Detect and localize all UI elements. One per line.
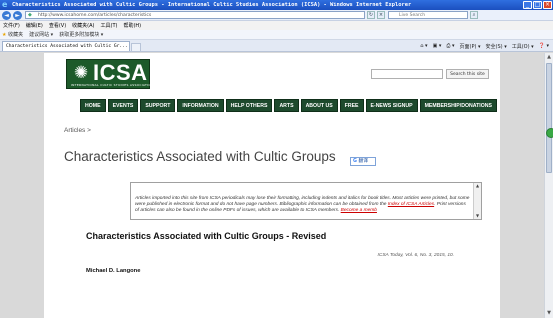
address-toolbar: ◄ ► ◆ http://www.icsahome.com/articles/c…: [0, 10, 553, 21]
page-icon: ◆: [28, 12, 32, 18]
menu-view[interactable]: 查看(V): [49, 22, 66, 29]
menu-file[interactable]: 文件(F): [3, 22, 20, 29]
article-author: Michael D. Langone: [86, 268, 141, 274]
tools-menu[interactable]: 工具(O) ▾: [512, 43, 534, 50]
nav-information[interactable]: INFORMATION: [177, 99, 224, 112]
safety-menu[interactable]: 安全(S) ▾: [486, 43, 507, 50]
main-nav: HOME EVENTS SUPPORT INFORMATION HELP OTH…: [80, 99, 499, 112]
notice-scrollbar[interactable]: ▲ ▼: [473, 183, 481, 219]
window-title-bar: e Characteristics Associated with Cultic…: [0, 0, 553, 10]
window-title: Characteristics Associated with Cultic G…: [12, 2, 412, 8]
index-of-articles-link[interactable]: Index of ICSA Articles: [388, 202, 434, 207]
favorites-label: 收藏夹: [8, 32, 24, 38]
back-button[interactable]: ◄: [2, 10, 11, 20]
nav-enews-signup[interactable]: E-NEWS SIGNUP: [365, 99, 418, 112]
scrollbar-thumb[interactable]: [546, 63, 552, 173]
nav-support[interactable]: SUPPORT: [140, 99, 176, 112]
search-site-button[interactable]: Search this site: [446, 69, 489, 79]
menu-edit[interactable]: 编辑(E): [26, 22, 43, 29]
menu-bar: 文件(F) 编辑(E) 查看(V) 收藏夹(A) 工具(T) 帮助(H): [0, 21, 553, 30]
get-addons-link[interactable]: 获取更多附加模块 ▾: [59, 31, 103, 38]
icsa-emblem-icon: ✺: [73, 63, 89, 83]
forward-button[interactable]: ►: [13, 10, 22, 20]
site-search-input[interactable]: [371, 69, 443, 79]
refresh-icon[interactable]: ↻: [367, 11, 375, 19]
scroll-down-icon[interactable]: ▼: [546, 310, 552, 317]
search-icon[interactable]: ⌕: [470, 11, 478, 19]
page-menu[interactable]: 页面(P) ▾: [460, 43, 481, 50]
scroll-up-icon[interactable]: ▲: [546, 54, 552, 61]
close-button[interactable]: ×: [543, 1, 552, 9]
side-badge-icon[interactable]: [546, 128, 553, 138]
breadcrumb[interactable]: Articles >: [64, 127, 91, 134]
stop-icon[interactable]: ×: [377, 11, 385, 19]
favorites-button[interactable]: ★ 收藏夹: [2, 31, 23, 38]
logo-subtitle: INTERNATIONAL CULTIC STUDIES ASSOCIATION: [71, 83, 154, 87]
google-translate-icon: G: [353, 159, 357, 164]
favorites-bar: ★ 收藏夹 建议网站 ▾ 获取更多附加模块 ▾: [0, 30, 553, 40]
print-icon[interactable]: ⎙ ▾: [446, 43, 454, 49]
page-title: Characteristics Associated with Cultic G…: [64, 149, 336, 164]
icsa-logo[interactable]: ✺ ICSA INTERNATIONAL CULTIC STUDIES ASSO…: [66, 59, 154, 89]
tab-active[interactable]: Characteristics Associated with Cultic G…: [2, 41, 130, 51]
scroll-down-icon[interactable]: ▼: [474, 213, 481, 219]
home-icon[interactable]: ⌂ ▾: [420, 43, 427, 49]
nav-help-others[interactable]: HELP OTHERS: [225, 99, 273, 112]
feeds-icon[interactable]: ▣ ▾: [433, 43, 442, 49]
page-viewport: ✺ ICSA INTERNATIONAL CULTIC STUDIES ASSO…: [0, 53, 544, 318]
maximize-button[interactable]: □: [533, 1, 542, 9]
address-input[interactable]: ◆ http://www.icsahome.com/articles/chara…: [25, 11, 365, 19]
nav-events[interactable]: EVENTS: [107, 99, 139, 112]
article-citation: ICSA Today, Vol. 6, No. 3, 2015, 10.: [377, 253, 454, 258]
menu-help[interactable]: 帮助(H): [123, 22, 141, 29]
translate-button[interactable]: G 翻译: [350, 157, 376, 166]
menu-favorites[interactable]: 收藏夹(A): [72, 22, 94, 29]
suggested-sites-link[interactable]: 建议网站 ▾: [29, 31, 53, 38]
nav-home[interactable]: HOME: [80, 99, 106, 112]
ie-logo-icon: e: [2, 0, 8, 9]
tab-row: Characteristics Associated with Cultic G…: [0, 40, 553, 52]
help-menu[interactable]: ❓ ▾: [539, 43, 549, 49]
favorites-star-icon: ★: [2, 32, 7, 38]
url-text: http://www.icsahome.com/articles/charact…: [38, 13, 152, 18]
command-bar: ⌂ ▾ ▣ ▾ ⎙ ▾ 页面(P) ▾ 安全(S) ▾ 工具(O) ▾ ❓ ▾: [415, 41, 553, 51]
nav-membership-donations[interactable]: MEMBERSHIP/DONATIONS: [419, 99, 497, 112]
nav-free[interactable]: FREE: [339, 99, 364, 112]
page-scrollbar[interactable]: ▲ ▼: [544, 53, 553, 318]
page-content: ✺ ICSA INTERNATIONAL CULTIC STUDIES ASSO…: [44, 53, 500, 318]
scroll-up-icon[interactable]: ▲: [474, 183, 481, 189]
live-search-input[interactable]: Live Search: [388, 11, 468, 19]
minimize-button[interactable]: _: [523, 1, 532, 9]
article-heading: Characteristics Associated with Cultic G…: [86, 231, 327, 241]
become-member-link[interactable]: Become a memb: [341, 208, 377, 213]
import-notice-text: Articles imported into this site from IC…: [135, 196, 471, 215]
nav-about-us[interactable]: ABOUT US: [300, 99, 338, 112]
menu-tools[interactable]: 工具(T): [101, 22, 118, 29]
nav-arts[interactable]: ARTS: [274, 99, 299, 112]
live-search-placeholder: Live Search: [399, 13, 426, 18]
import-notice-box: Articles imported into this site from IC…: [130, 182, 482, 220]
translate-label: 翻译: [358, 159, 369, 164]
new-tab-button[interactable]: [131, 43, 141, 51]
